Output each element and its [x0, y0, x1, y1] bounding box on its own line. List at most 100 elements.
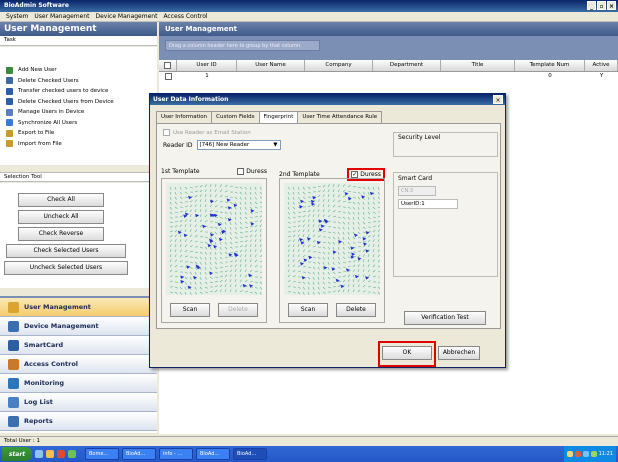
- window-controls: _ ▫ ×: [587, 1, 616, 10]
- quick-launch-icon[interactable]: [46, 450, 54, 458]
- column-company[interactable]: Company: [305, 60, 373, 71]
- task-item[interactable]: Delete Checked Users: [6, 76, 157, 87]
- taskbar-task-button[interactable]: info - ...: [159, 448, 193, 460]
- tab-custom-fields[interactable]: Custom Fields: [211, 111, 260, 123]
- nav-item-label: Device Management: [24, 322, 99, 330]
- nav-item-reports[interactable]: Reports: [0, 412, 157, 431]
- template2-label: 2nd Template: [279, 171, 320, 178]
- transfer-icon: [6, 87, 13, 95]
- template2-delete-button[interactable]: Delete: [336, 303, 376, 317]
- task-item[interactable]: Add New User: [6, 65, 157, 76]
- minimize-button[interactable]: _: [587, 1, 596, 10]
- template2-duress-checkbox[interactable]: ✓: [351, 171, 359, 178]
- menu-system[interactable]: System: [6, 13, 28, 20]
- taskbar: start Bome... BioAd... info - ... BioAd... B…: [0, 446, 618, 462]
- device-management-icon: [8, 320, 19, 332]
- column-user-id[interactable]: User ID: [177, 60, 237, 71]
- user-data-dialog: User Data Information × User Information…: [149, 93, 506, 368]
- maximize-button[interactable]: ▫: [597, 1, 606, 10]
- reader-id-label: Reader ID: [163, 141, 193, 149]
- task-item-label: Import from File: [18, 140, 62, 147]
- tray-icon[interactable]: [566, 451, 573, 457]
- task-item-label: Manage Users in Device: [18, 109, 85, 116]
- ok-button[interactable]: OK: [382, 346, 432, 360]
- delete-users-icon: [6, 77, 13, 85]
- navigation-panel: User Management Device Management SmartCar…: [0, 296, 157, 433]
- check-reverse-button[interactable]: Check Reverse: [18, 227, 104, 241]
- task-section-label: Task: [0, 36, 157, 46]
- start-button[interactable]: start: [2, 447, 32, 461]
- status-bar: Total User : 1: [0, 436, 618, 446]
- table-row[interactable]: 1 0 Y: [159, 72, 618, 82]
- select-all-checkbox[interactable]: [164, 62, 171, 69]
- template1-scan-button[interactable]: Scan: [170, 303, 210, 317]
- tray-icon[interactable]: [590, 451, 597, 457]
- check-all-button[interactable]: Check All: [18, 193, 104, 207]
- check-selected-users-button[interactable]: Check Selected Users: [6, 244, 126, 258]
- column-template-num[interactable]: Template Num: [515, 60, 585, 71]
- row-checkbox[interactable]: [164, 73, 172, 80]
- email-station-label: Use Reader as Email Station: [173, 129, 251, 136]
- column-active[interactable]: Active: [585, 60, 618, 71]
- quick-launch-icon[interactable]: [68, 450, 76, 458]
- clock: 11:21: [598, 451, 613, 457]
- selection-tools: Check All Uncheck All Check Reverse Chec…: [0, 183, 157, 288]
- column-select[interactable]: [159, 60, 177, 71]
- left-panel-header: User Management: [0, 22, 157, 36]
- task-item[interactable]: Import from File: [6, 139, 157, 150]
- cell-user-id: 1: [205, 73, 209, 79]
- nav-item-smartcard[interactable]: SmartCard: [0, 336, 157, 355]
- manage-icon: [6, 108, 13, 116]
- import-icon: [6, 140, 13, 148]
- email-station-checkbox[interactable]: [163, 129, 170, 136]
- smartcard-icon: [8, 339, 19, 351]
- tray-icon[interactable]: [582, 451, 589, 457]
- dialog-title: User Data Information: [150, 94, 505, 105]
- verification-test-button[interactable]: Verification Test: [404, 311, 486, 325]
- template2-duress-label: Duress: [360, 171, 381, 178]
- dialog-close-button[interactable]: ×: [493, 95, 503, 104]
- close-button[interactable]: ×: [607, 1, 616, 10]
- nav-item-device-management[interactable]: Device Management: [0, 317, 157, 336]
- nav-item-access-control[interactable]: Access Control: [0, 355, 157, 374]
- smart-card-label: Smart Card: [398, 175, 433, 182]
- reports-icon: [8, 415, 19, 427]
- task-item[interactable]: Manage Users in Device: [6, 107, 157, 118]
- reader-id-select[interactable]: [746] New Reader ▼: [196, 140, 281, 150]
- task-item-label: Export to File: [18, 130, 55, 137]
- menu-user-management[interactable]: User Management: [34, 13, 89, 20]
- task-item[interactable]: Export to File: [6, 128, 157, 139]
- column-department[interactable]: Department: [373, 60, 441, 71]
- taskbar-task-button[interactable]: BioAd...: [233, 448, 267, 460]
- tray-icon[interactable]: [574, 451, 581, 457]
- menu-device-management[interactable]: Device Management: [95, 13, 157, 20]
- template1-duress-checkbox[interactable]: [237, 168, 245, 175]
- taskbar-task-button[interactable]: BioAd...: [122, 448, 156, 460]
- tab-user-information[interactable]: User Information: [156, 111, 213, 123]
- template1-delete-button[interactable]: Delete: [218, 303, 258, 317]
- tab-time-attendance-rule[interactable]: User Time Attendance Rule: [297, 111, 383, 123]
- cancel-button[interactable]: Abbrechen: [438, 346, 480, 360]
- uncheck-all-button[interactable]: Uncheck All: [18, 210, 104, 224]
- nav-item-user-management[interactable]: User Management: [0, 298, 157, 317]
- smart-card-group: Smart Card CN:3 UserID:1: [393, 172, 498, 277]
- quick-launch-icon[interactable]: [35, 450, 43, 458]
- uncheck-selected-users-button[interactable]: Uncheck Selected Users: [4, 261, 128, 275]
- nav-item-monitoring[interactable]: Monitoring: [0, 374, 157, 393]
- task-item[interactable]: Delete Checked Users from Device: [6, 97, 157, 108]
- column-title[interactable]: Title: [441, 60, 515, 71]
- dialog-tabs: User Information Custom Fields Fingerpri…: [156, 111, 383, 124]
- nav-item-log-list[interactable]: Log List: [0, 393, 157, 412]
- column-user-name[interactable]: User Name: [237, 60, 305, 71]
- taskbar-task-button[interactable]: BioAd...: [196, 448, 230, 460]
- selection-tool-label: Selection Tool: [0, 172, 157, 182]
- quick-launch-icon[interactable]: [57, 450, 65, 458]
- group-by-bar[interactable]: Drag a column header here to group by th…: [159, 36, 618, 60]
- task-item[interactable]: Transfer checked users to device: [6, 86, 157, 97]
- menu-access-control[interactable]: Access Control: [163, 13, 207, 20]
- taskbar-task-button[interactable]: Bome...: [85, 448, 119, 460]
- card-userid-field: UserID:1: [398, 199, 458, 209]
- task-item[interactable]: Synchronize All Users: [6, 118, 157, 129]
- template1-duress-label: Duress: [246, 168, 267, 175]
- template2-scan-button[interactable]: Scan: [288, 303, 328, 317]
